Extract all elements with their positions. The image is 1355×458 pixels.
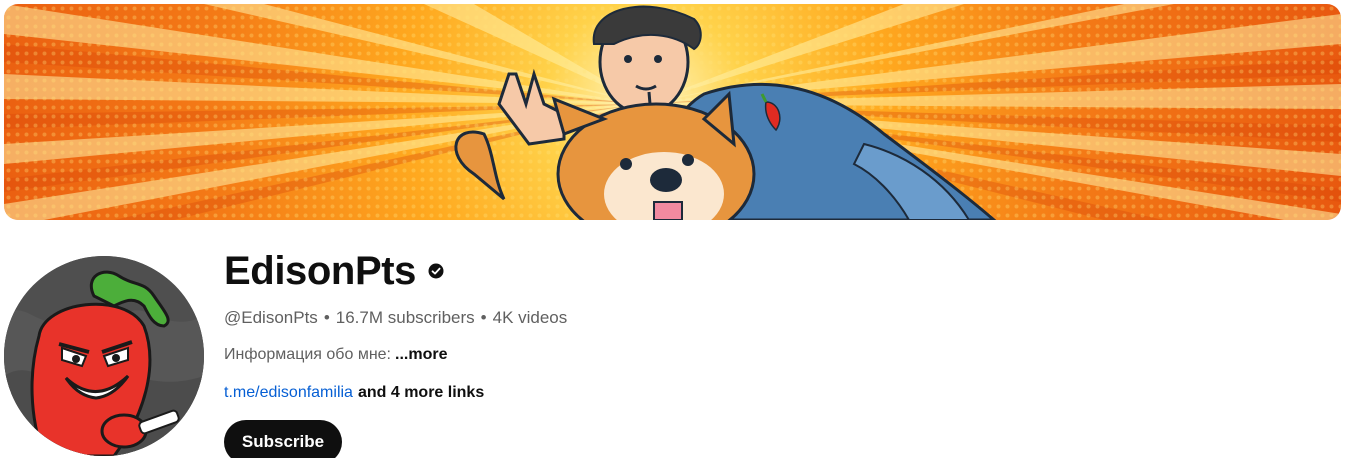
channel-meta: @EdisonPts • 16.7M subscribers • 4K vide…	[224, 306, 1124, 330]
channel-info: EdisonPts @EdisonPts • 16.7M subscribers…	[224, 244, 1124, 404]
banner-artwork	[4, 4, 1341, 220]
telegram-link[interactable]: t.me/edisonfamilia	[224, 384, 353, 402]
more-links-button[interactable]: and 4 more links	[358, 384, 484, 402]
subscribe-button[interactable]: Subscribe	[224, 420, 342, 458]
video-count: 4K videos	[492, 308, 568, 327]
channel-handle: @EdisonPts	[224, 308, 318, 327]
channel-links: t.me/edisonfamilia and 4 more links	[224, 382, 1124, 404]
channel-title-row: EdisonPts	[224, 244, 1124, 298]
verified-check-icon	[428, 263, 444, 279]
channel-banner[interactable]	[4, 4, 1341, 220]
channel-name: EdisonPts	[224, 248, 416, 293]
description-more-button[interactable]: ...more	[395, 346, 447, 364]
meta-separator: •	[323, 308, 330, 327]
meta-separator: •	[480, 308, 487, 327]
chili-pepper-avatar-icon	[4, 256, 204, 456]
channel-description[interactable]: Информация обо мне: ...more	[224, 344, 1124, 366]
subscriber-count: 16.7M subscribers	[335, 308, 475, 327]
description-text: Информация обо мне:	[224, 346, 391, 363]
channel-avatar[interactable]	[4, 256, 204, 456]
